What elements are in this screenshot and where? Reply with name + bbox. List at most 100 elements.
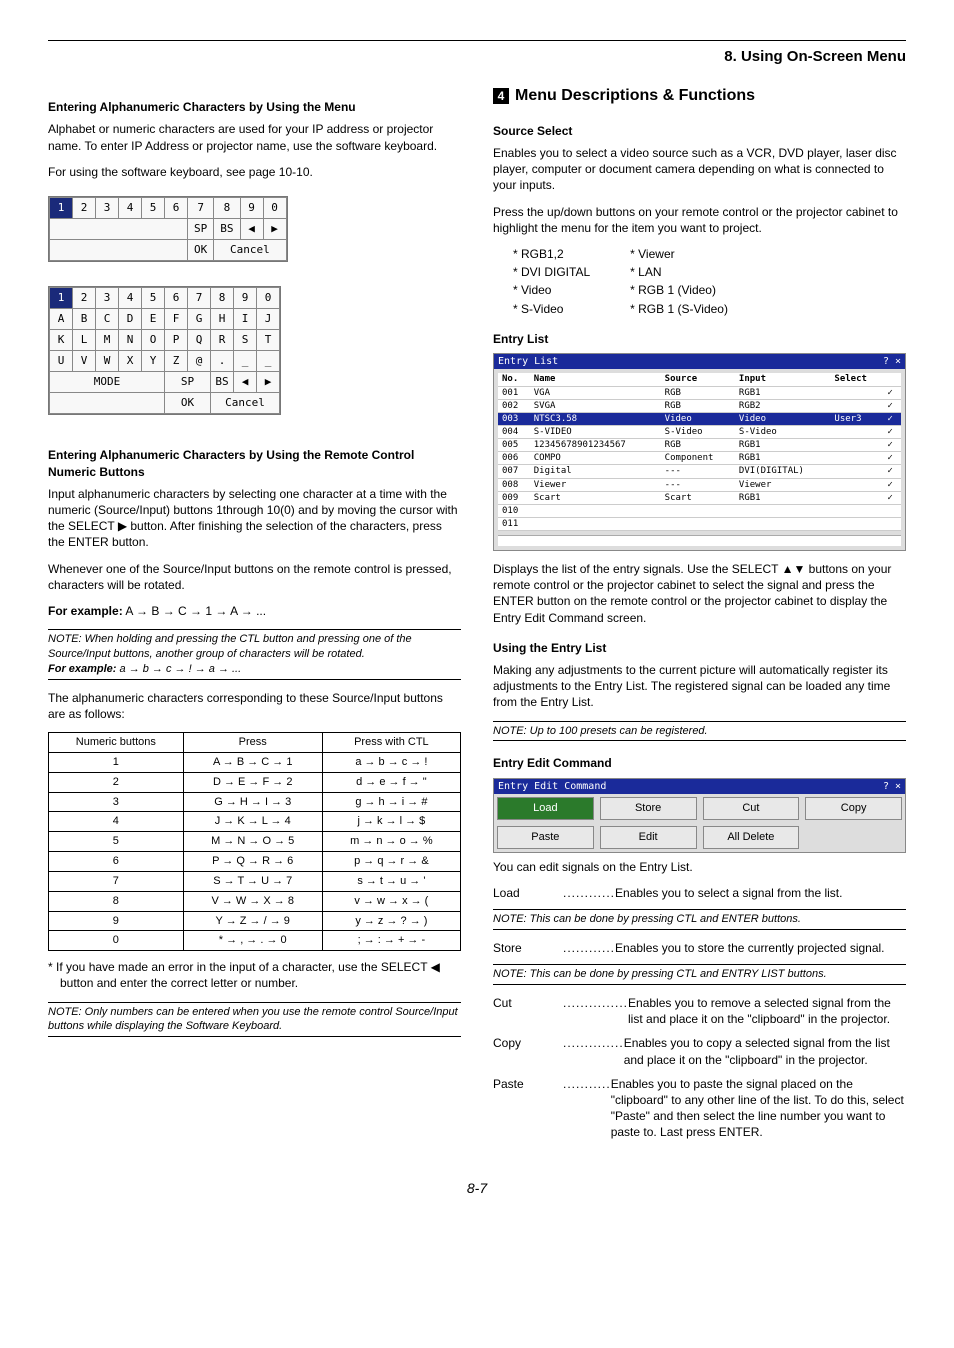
key-6[interactable]: 6: [165, 288, 188, 309]
note: NOTE: Only numbers can be entered when y…: [48, 1002, 461, 1038]
command-definitions: Load ............Enables you to select a…: [493, 885, 906, 1141]
key-_[interactable]: _: [234, 351, 257, 372]
key-O[interactable]: O: [142, 330, 165, 351]
key-H[interactable]: H: [211, 309, 234, 330]
All Delete-button[interactable]: All Delete: [703, 826, 800, 849]
key-I[interactable]: I: [234, 309, 257, 330]
key-mode[interactable]: MODE: [50, 372, 165, 393]
key-sp[interactable]: SP: [165, 372, 211, 393]
key-4[interactable]: 4: [119, 288, 142, 309]
Cut-button[interactable]: Cut: [703, 797, 800, 820]
key-cancel[interactable]: Cancel: [211, 393, 280, 414]
key-K[interactable]: K: [50, 330, 73, 351]
table-row[interactable]: 009ScartScartRGB1✓: [498, 491, 901, 504]
key-6[interactable]: 6: [165, 198, 188, 219]
table-row[interactable]: 003NTSC3.58VideoVideoUser3✓: [498, 412, 901, 425]
table-row[interactable]: 010: [498, 504, 901, 517]
source-item: * Viewer: [630, 246, 728, 262]
key-bs[interactable]: BS: [211, 372, 234, 393]
table-cell: M → N → O → 5: [183, 832, 322, 852]
key-Z[interactable]: Z: [165, 351, 188, 372]
key-P[interactable]: P: [165, 330, 188, 351]
arrow-right-icon[interactable]: ▶: [263, 219, 286, 240]
key-1[interactable]: 1: [50, 198, 73, 219]
table-cell: 3: [49, 792, 184, 812]
key-C[interactable]: C: [96, 309, 119, 330]
key-3[interactable]: 3: [96, 288, 119, 309]
key-3[interactable]: 3: [96, 198, 119, 219]
key-ok[interactable]: OK: [165, 393, 211, 414]
table-row[interactable]: 008Viewer---Viewer✓: [498, 478, 901, 491]
arrow-right-icon[interactable]: ▶: [257, 372, 280, 393]
key-S[interactable]: S: [234, 330, 257, 351]
key-Q[interactable]: Q: [188, 330, 211, 351]
key-sp[interactable]: SP: [188, 219, 214, 240]
key-@[interactable]: @: [188, 351, 211, 372]
def-term: Cut: [493, 995, 563, 1027]
key-2[interactable]: 2: [73, 288, 96, 309]
key-9[interactable]: 9: [240, 198, 263, 219]
window-controls[interactable]: ? ×: [883, 355, 901, 369]
key-1[interactable]: 1: [50, 288, 73, 309]
source-item: * LAN: [630, 264, 728, 280]
key-ok[interactable]: OK: [188, 240, 214, 261]
arrow-left-icon[interactable]: ◀: [240, 219, 263, 240]
key-_[interactable]: _: [257, 351, 280, 372]
arrow-left-icon[interactable]: ◀: [234, 372, 257, 393]
Store-button[interactable]: Store: [600, 797, 697, 820]
key-Y[interactable]: Y: [142, 351, 165, 372]
key-J[interactable]: J: [257, 309, 280, 330]
table-row[interactable]: 00512345678901234567RGBRGB1✓: [498, 439, 901, 452]
key-0[interactable]: 0: [263, 198, 286, 219]
key-X[interactable]: X: [119, 351, 142, 372]
key-B[interactable]: B: [73, 309, 96, 330]
section-number-icon: 4: [493, 88, 509, 104]
key-7[interactable]: 7: [188, 288, 211, 309]
table-row[interactable]: 006COMPOComponentRGB1✓: [498, 452, 901, 465]
Load-button[interactable]: Load: [497, 797, 594, 820]
key-8[interactable]: 8: [214, 198, 240, 219]
table-cell: S → T → U → 7: [183, 871, 322, 891]
key-5[interactable]: 5: [142, 288, 165, 309]
key-E[interactable]: E: [142, 309, 165, 330]
key-G[interactable]: G: [188, 309, 211, 330]
key-bs[interactable]: BS: [214, 219, 240, 240]
key-D[interactable]: D: [119, 309, 142, 330]
para: Alphabet or numeric characters are used …: [48, 121, 461, 153]
table-row[interactable]: 002SVGARGBRGB2✓: [498, 399, 901, 412]
key-N[interactable]: N: [119, 330, 142, 351]
table-row[interactable]: 011: [498, 517, 901, 530]
footnote: * If you have made an error in the input…: [48, 959, 461, 991]
key-T[interactable]: T: [257, 330, 280, 351]
Copy-button[interactable]: Copy: [805, 797, 902, 820]
Paste-button[interactable]: Paste: [497, 826, 594, 849]
key-4[interactable]: 4: [119, 198, 142, 219]
key-8[interactable]: 8: [211, 288, 234, 309]
key-5[interactable]: 5: [142, 198, 165, 219]
key-cancel[interactable]: Cancel: [214, 240, 286, 261]
key-M[interactable]: M: [96, 330, 119, 351]
key-W[interactable]: W: [96, 351, 119, 372]
key-V[interactable]: V: [73, 351, 96, 372]
key-U[interactable]: U: [50, 351, 73, 372]
para: For using the software keyboard, see pag…: [48, 164, 461, 180]
key-9[interactable]: 9: [234, 288, 257, 309]
key-0[interactable]: 0: [257, 288, 280, 309]
table-cell: Y → Z → / → 9: [183, 911, 322, 931]
Edit-button[interactable]: Edit: [600, 826, 697, 849]
key-A[interactable]: A: [50, 309, 73, 330]
table-row[interactable]: 001VGARGBRGB1✓: [498, 386, 901, 399]
key-R[interactable]: R: [211, 330, 234, 351]
left-column: Entering Alphanumeric Characters by Usin…: [48, 85, 461, 1148]
window-controls[interactable]: ? ×: [883, 780, 901, 794]
key-F[interactable]: F: [165, 309, 188, 330]
key-2[interactable]: 2: [73, 198, 96, 219]
entry-edit-window: Entry Edit Command ? × LoadStoreCutCopy …: [493, 778, 906, 853]
table-row[interactable]: 004S-VIDEOS-VideoS-Video✓: [498, 425, 901, 438]
note: NOTE: When holding and pressing the CTL …: [48, 629, 461, 680]
key-L[interactable]: L: [73, 330, 96, 351]
table-row[interactable]: 007Digital---DVI(DIGITAL)✓: [498, 465, 901, 478]
table-cell: g → h → i → #: [322, 792, 460, 812]
key-.[interactable]: .: [211, 351, 234, 372]
key-7[interactable]: 7: [188, 198, 214, 219]
